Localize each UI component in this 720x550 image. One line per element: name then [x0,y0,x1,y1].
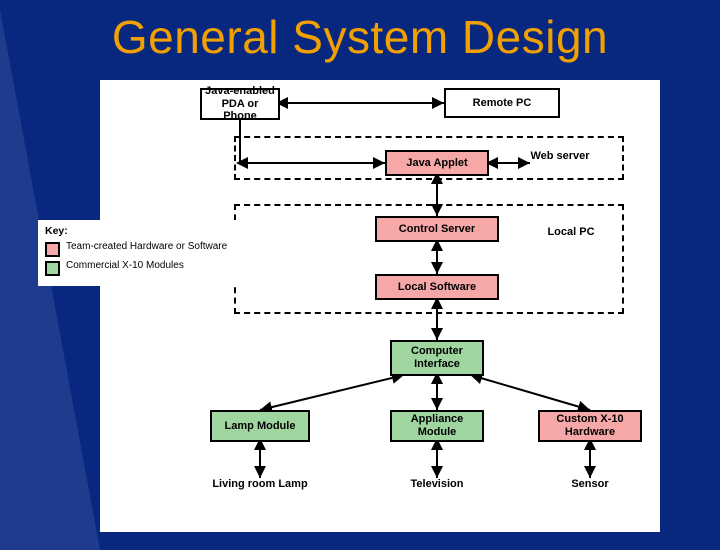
box-appliance-module: Appliance Module [390,410,484,442]
legend-label-team: Team-created Hardware or Software [66,241,227,252]
box-computer-interface: Computer Interface [390,340,484,376]
legend-row-x10: Commercial X-10 Modules [45,260,235,276]
box-java-applet: Java Applet [385,150,489,176]
label-local-pc: Local PC [536,226,606,239]
label-living-room-lamp: Living room Lamp [210,478,310,491]
label-television: Television [390,478,484,491]
swatch-green-icon [45,261,60,276]
box-control-server: Control Server [375,216,499,242]
box-local-software: Local Software [375,274,499,300]
swatch-pink-icon [45,242,60,257]
label-sensor: Sensor [538,478,642,491]
legend-panel: Key: Team-created Hardware or Software C… [38,220,242,286]
box-lamp-module: Lamp Module [210,410,310,442]
legend-label-x10: Commercial X-10 Modules [66,260,184,271]
legend-heading: Key: [45,225,235,237]
slide-title: General System Design [0,10,720,64]
legend-row-team: Team-created Hardware or Software [45,241,235,257]
box-java-device: Java-enabled PDA or Phone [200,88,280,120]
box-custom-x10: Custom X-10 Hardware [538,410,642,442]
label-web-server: Web server [530,150,590,163]
diagram-canvas: Remote PC Local PC Java-enabled PDA or P… [100,80,660,532]
label-remote-pc: Remote PC [444,88,560,118]
